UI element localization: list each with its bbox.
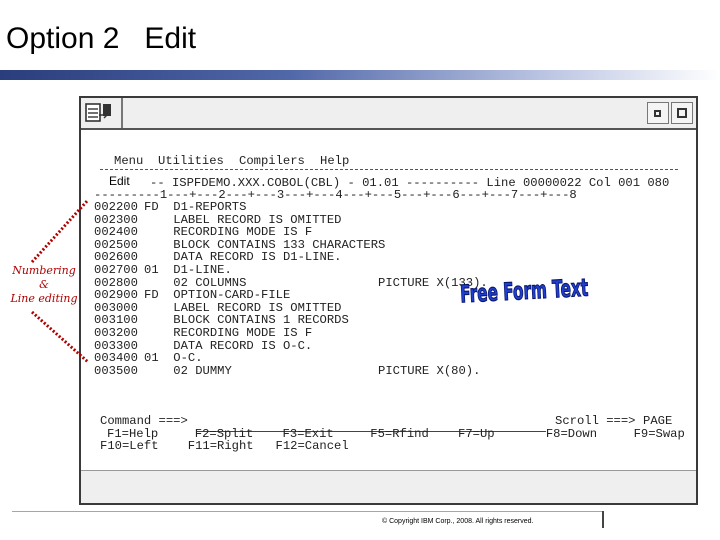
free-form-text-callout: Free Form Text bbox=[459, 273, 589, 306]
footer-rule bbox=[12, 511, 602, 512]
annotation-numbering: Numbering bbox=[12, 264, 76, 277]
annotation-arrows bbox=[30, 198, 90, 364]
annotation-line-editing: Line editing bbox=[10, 292, 78, 305]
copyright-notice: © Copyright IBM Corp., 2008. All rights … bbox=[382, 518, 534, 525]
annotation-ampersand: & bbox=[39, 278, 49, 291]
footer-tick bbox=[602, 511, 604, 528]
svg-text:Free Form Text: Free Form Text bbox=[460, 274, 589, 306]
